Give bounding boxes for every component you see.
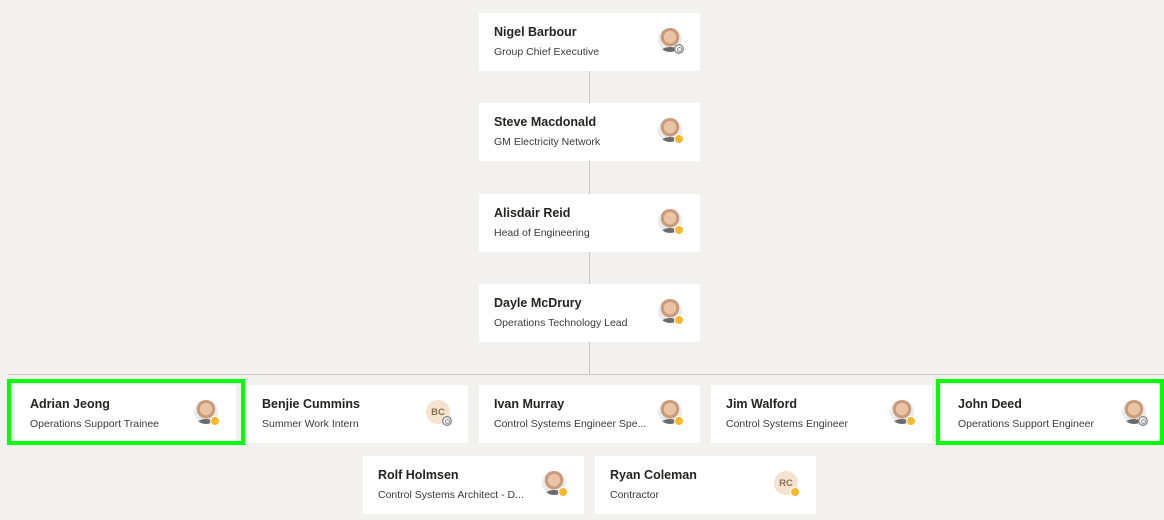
presence-away-icon bbox=[674, 416, 684, 426]
avatar[interactable]: BC bbox=[426, 400, 452, 428]
person-card-chain-0[interactable]: Nigel Barbour Group Chief Executive bbox=[479, 13, 700, 71]
person-title: Control Systems Architect - D... bbox=[378, 489, 524, 501]
avatar[interactable] bbox=[658, 299, 684, 327]
presence-offline-icon bbox=[674, 44, 684, 54]
person-card-chain-2[interactable]: Alisdair Reid Head of Engineering bbox=[479, 194, 700, 252]
person-name: Rolf Holmsen bbox=[378, 468, 459, 482]
reports-divider bbox=[8, 374, 1164, 375]
person-title: Summer Work Intern bbox=[262, 418, 359, 430]
presence-away-icon bbox=[558, 487, 568, 497]
presence-away-icon bbox=[906, 416, 916, 426]
person-card-report[interactable]: Ivan Murray Control Systems Engineer Spe… bbox=[479, 385, 700, 443]
person-title: Head of Engineering bbox=[494, 227, 590, 239]
person-name: Jim Walford bbox=[726, 397, 798, 411]
connector-line bbox=[589, 252, 590, 284]
presence-away-icon bbox=[674, 315, 684, 325]
connector-line bbox=[589, 161, 590, 194]
person-title: Contractor bbox=[610, 489, 660, 501]
person-name: Steve Macdonald bbox=[494, 115, 597, 129]
avatar[interactable] bbox=[890, 400, 916, 428]
person-title: GM Electricity Network bbox=[494, 136, 601, 148]
presence-away-icon bbox=[674, 225, 684, 235]
highlight-box bbox=[7, 379, 245, 445]
person-card-report[interactable]: Jim Walford Control Systems Engineer bbox=[711, 385, 932, 443]
avatar[interactable] bbox=[658, 209, 684, 237]
person-name: Alisdair Reid bbox=[494, 206, 571, 220]
connector-line bbox=[589, 342, 590, 374]
person-title: Control Systems Engineer bbox=[726, 418, 848, 430]
person-title: Group Chief Executive bbox=[494, 46, 600, 58]
person-card-report[interactable]: Rolf Holmsen Control Systems Architect -… bbox=[363, 456, 584, 514]
avatar[interactable]: RC bbox=[774, 471, 800, 499]
person-card-chain-3[interactable]: Dayle McDrury Operations Technology Lead bbox=[479, 284, 700, 342]
avatar[interactable] bbox=[658, 28, 684, 56]
person-card-chain-1[interactable]: Steve Macdonald GM Electricity Network bbox=[479, 103, 700, 161]
person-name: Dayle McDrury bbox=[494, 296, 582, 310]
person-card-report[interactable]: Ryan Coleman Contractor RC bbox=[595, 456, 816, 514]
avatar[interactable] bbox=[658, 118, 684, 146]
highlight-box bbox=[936, 379, 1164, 445]
avatar[interactable] bbox=[542, 471, 568, 499]
presence-away-icon bbox=[674, 134, 684, 144]
presence-offline-icon bbox=[442, 416, 452, 426]
person-name: Benjie Cummins bbox=[262, 397, 360, 411]
person-title: Operations Technology Lead bbox=[494, 317, 628, 329]
person-name: Ivan Murray bbox=[494, 397, 565, 411]
person-name: Ryan Coleman bbox=[610, 468, 697, 482]
avatar[interactable] bbox=[658, 400, 684, 428]
person-card-report[interactable]: Benjie Cummins Summer Work Intern BC bbox=[247, 385, 468, 443]
person-name: Nigel Barbour bbox=[494, 25, 577, 39]
connector-line bbox=[589, 71, 590, 103]
person-title: Control Systems Engineer Spe... bbox=[494, 418, 647, 430]
presence-away-icon bbox=[790, 487, 800, 497]
